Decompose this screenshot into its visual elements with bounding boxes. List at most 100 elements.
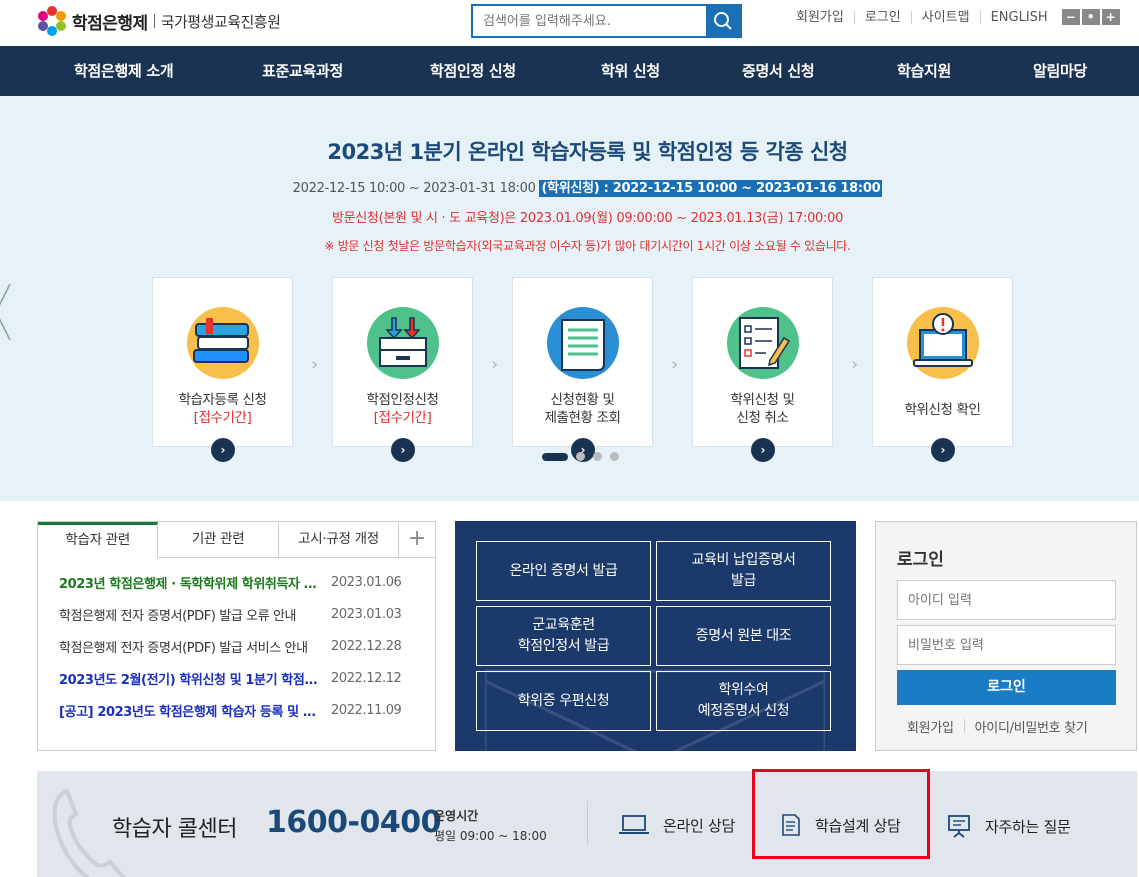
login-title: 로그인 bbox=[897, 550, 944, 570]
login-panel: 로그인 로그인 회원가입 아이디/비밀번호 찾기 bbox=[875, 521, 1137, 751]
notice-title: 학점은행제 전자 증명서(PDF) 발급 서비스 안내 bbox=[59, 640, 308, 656]
carousel-indicator-active[interactable] bbox=[542, 452, 568, 461]
find-account-link[interactable]: 아이디/비밀번호 찾기 bbox=[975, 717, 1088, 736]
nav-item-notice[interactable]: 알림마당 bbox=[1033, 46, 1087, 96]
card-go-button[interactable]: › bbox=[931, 438, 955, 462]
header: 학점은행제 국가평생교육진흥원 회원가입 로그인 사이트맵 ENGLISH − … bbox=[0, 0, 1139, 46]
nav-item-intro[interactable]: 학점은행제 소개 bbox=[74, 46, 174, 96]
card-go-button[interactable]: › bbox=[211, 438, 235, 462]
hours-label: 운영시간 bbox=[434, 809, 479, 823]
card-title: 학습자등록 신청 bbox=[178, 392, 267, 408]
chevron-right-icon: › bbox=[851, 354, 859, 375]
tab-learner[interactable]: 학습자 관련 bbox=[38, 522, 159, 558]
list-item[interactable]: 학점은행제 전자 증명서(PDF) 발급 서비스 안내 2022.12.28 bbox=[38, 630, 435, 662]
card-label: 학점인정신청 [접수기간] bbox=[333, 391, 472, 427]
presentation-board-icon bbox=[948, 815, 970, 838]
zoom-reset-button[interactable]: • bbox=[1081, 9, 1100, 25]
nav-item-certificate[interactable]: 증명서 신청 bbox=[742, 46, 815, 96]
list-item[interactable]: 2023년 학점은행제 · 독학학위제 학위취득자 학위수여식 안내 2023.… bbox=[38, 566, 435, 598]
zoom-in-button[interactable]: + bbox=[1101, 9, 1120, 25]
carousel-indicator[interactable] bbox=[593, 452, 602, 461]
hero-visit-notice: 방문신청(본원 및 시 · 도 교육청)은 2023.01.09(월) 09:0… bbox=[331, 211, 844, 226]
cert-label: 군교육훈련 bbox=[532, 617, 595, 633]
expected-degree-certificate-button[interactable]: 학위수여 예정증명서 신청 bbox=[656, 671, 831, 731]
english-link[interactable]: ENGLISH bbox=[979, 10, 1058, 24]
search-input[interactable] bbox=[473, 6, 706, 36]
list-item[interactable]: 학점은행제 전자 증명서(PDF) 발급 오류 안내 2023.01.03 bbox=[38, 598, 435, 630]
carousel-prev-icon[interactable] bbox=[0, 282, 12, 342]
faq-link[interactable]: 자주하는 질문 bbox=[947, 814, 1071, 838]
online-consult-link[interactable]: 온라인 상담 bbox=[619, 814, 735, 836]
chevron-right-icon: › bbox=[311, 354, 319, 375]
hero-period-range: 2022-12-15 10:00 ~ 2023-01-31 18:00 bbox=[292, 181, 536, 196]
card-go-button[interactable]: › bbox=[391, 438, 415, 462]
military-credit-certificate-button[interactable]: 군교육훈련 학점인정서 발급 bbox=[476, 606, 651, 666]
zoom-controls: − • + bbox=[1061, 9, 1120, 25]
logo-mark-icon bbox=[36, 6, 68, 36]
site-logo[interactable]: 학점은행제 국가평생교육진흥원 bbox=[36, 6, 281, 36]
cert-label: 온라인 증명서 발급 bbox=[509, 562, 618, 579]
more-plus-button[interactable]: + bbox=[399, 522, 435, 558]
top-links: 회원가입 로그인 사이트맵 ENGLISH − • + bbox=[782, 9, 1120, 25]
search-button[interactable] bbox=[706, 6, 740, 36]
password-input[interactable] bbox=[897, 625, 1116, 665]
list-item[interactable]: 2023년도 2월(전기) 학위신청 및 1분기 학점인정 신청 안내 2022… bbox=[38, 662, 435, 694]
card-subtitle: 제출현황 조회 bbox=[544, 410, 621, 426]
tab-institution[interactable]: 기관 관련 bbox=[158, 522, 279, 558]
notice-title: 2023년 학점은행제 · 독학학위제 학위취득자 학위수여식 안내 bbox=[59, 576, 326, 592]
card-label: 학위신청 확인 bbox=[873, 401, 1012, 419]
card-period-tag: [접수기간] bbox=[373, 410, 432, 426]
card-degree-check[interactable]: 학위신청 확인 › bbox=[872, 277, 1013, 462]
tab-regulation[interactable]: 고시·규정 개정 bbox=[279, 522, 400, 558]
call-center-bar: 학습자 콜센터 1600-0400 운영시간 평일 09:00 ~ 18:00 … bbox=[37, 771, 1137, 877]
card-label: 학습자등록 신청 [접수기간] bbox=[153, 391, 292, 427]
cert-label-sub: 예정증명서 신청 bbox=[697, 703, 790, 719]
card-degree-application[interactable]: 학위신청 및 신청 취소 › bbox=[692, 277, 833, 462]
nav-item-learning-support[interactable]: 학습지원 bbox=[897, 46, 951, 96]
laptop-icon bbox=[619, 815, 649, 834]
nav-item-curriculum[interactable]: 표준교육과정 bbox=[262, 46, 343, 96]
call-center-number: 1600-0400 bbox=[266, 805, 441, 840]
card-subtitle: 신청 취소 bbox=[736, 410, 789, 426]
signup-link[interactable]: 회원가입 bbox=[782, 11, 854, 24]
certificate-verify-button[interactable]: 증명서 원본 대조 bbox=[656, 606, 831, 666]
inbox-tray-icon bbox=[367, 307, 439, 379]
card-go-button[interactable]: › bbox=[751, 438, 775, 462]
logo-text: 학점은행제 bbox=[72, 13, 148, 34]
chevron-right-icon: › bbox=[491, 354, 499, 375]
tuition-certificate-button[interactable]: 교육비 납입증명서 발급 bbox=[656, 541, 831, 601]
laptop-alert-icon bbox=[907, 307, 979, 379]
user-id-input[interactable] bbox=[897, 580, 1116, 620]
hero-degree-period: (학위신청) : 2022-12-15 10:00 ~ 2023-01-16 1… bbox=[539, 180, 883, 197]
notice-date: 2022.12.28 bbox=[331, 638, 402, 654]
carousel-indicators bbox=[542, 452, 619, 461]
card-title: 학점인정신청 bbox=[366, 392, 439, 408]
link-divider bbox=[963, 719, 965, 733]
list-item[interactable]: [공고] 2023년도 학점은행제 학습자 등록 및 학점인정 신청 안내 20… bbox=[38, 694, 435, 726]
card-period-tag: [접수기간] bbox=[193, 410, 252, 426]
notice-title: [공고] 2023년도 학점은행제 학습자 등록 및 학점인정 신청 안내 bbox=[59, 704, 326, 720]
login-link[interactable]: 로그인 bbox=[853, 10, 911, 24]
login-links: 회원가입 아이디/비밀번호 찾기 bbox=[907, 717, 1088, 736]
carousel-indicator[interactable] bbox=[610, 452, 619, 461]
hours-value: 평일 09:00 ~ 18:00 bbox=[434, 829, 547, 843]
zoom-out-button[interactable]: − bbox=[1061, 9, 1080, 25]
hero-banner: 2023년 1분기 온라인 학습자등록 및 학점인정 등 각종 신청 2022-… bbox=[0, 96, 1139, 501]
main-nav: 학점은행제 소개 표준교육과정 학점인정 신청 학위 신청 증명서 신청 학습지… bbox=[0, 46, 1139, 96]
online-certificate-button[interactable]: 온라인 증명서 발급 bbox=[476, 541, 651, 601]
card-learner-registration[interactable]: 학습자등록 신청 [접수기간] › bbox=[152, 277, 293, 462]
login-button[interactable]: 로그인 bbox=[897, 670, 1116, 705]
card-label: 학위신청 및 신청 취소 bbox=[693, 391, 832, 427]
notice-date: 2022.12.12 bbox=[331, 670, 402, 686]
signup-link[interactable]: 회원가입 bbox=[907, 717, 954, 736]
notice-date: 2023.01.03 bbox=[331, 606, 402, 622]
card-credit-application[interactable]: 학점인정신청 [접수기간] › bbox=[332, 277, 473, 462]
nav-item-credit-application[interactable]: 학점인정 신청 bbox=[430, 46, 516, 96]
nav-item-degree-application[interactable]: 학위 신청 bbox=[601, 46, 660, 96]
sitemap-link[interactable]: 사이트맵 bbox=[910, 10, 980, 24]
card-application-status[interactable]: 신청현황 및 제출현황 조회 › bbox=[512, 277, 653, 462]
cert-label: 교육비 납입증명서 bbox=[691, 552, 796, 568]
carousel-indicator[interactable] bbox=[576, 452, 585, 461]
degree-mail-button[interactable]: 학위증 우편신청 bbox=[476, 671, 651, 731]
notice-board: 학습자 관련 기관 관련 고시·규정 개정 + 2023년 학점은행제 · 독학… bbox=[37, 521, 436, 751]
